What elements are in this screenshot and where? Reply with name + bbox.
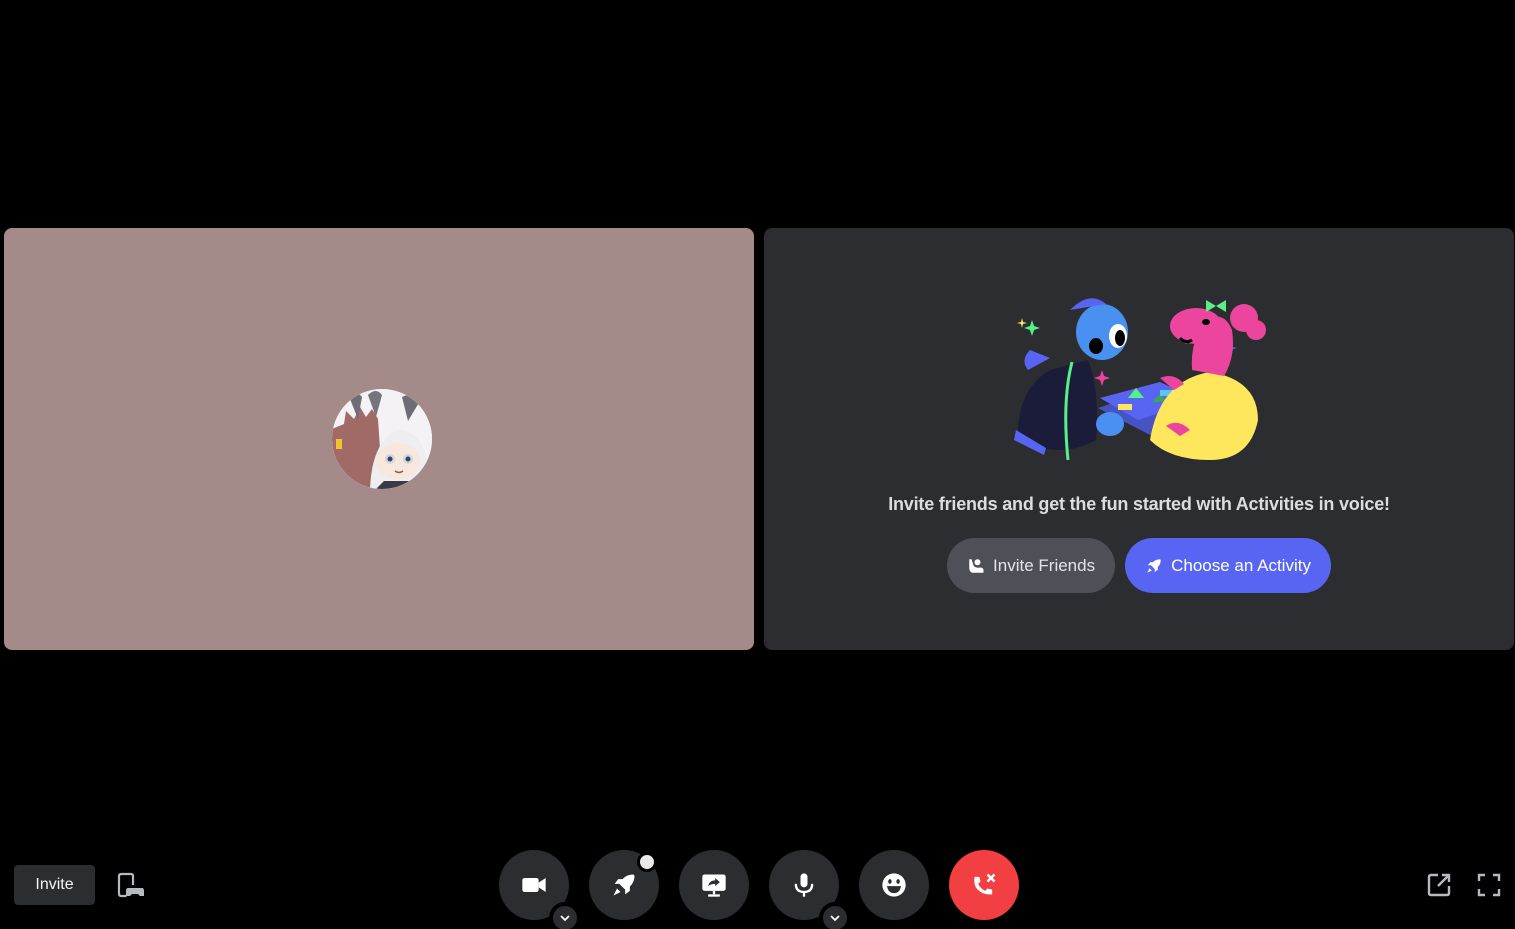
add-friend-icon — [969, 558, 984, 573]
voice-call-stage: Invite friends and get the fun started w… — [0, 0, 1515, 929]
avatar-image — [332, 389, 432, 489]
notification-badge — [637, 852, 657, 872]
hang-up-icon — [974, 873, 996, 895]
activities-illustration — [1014, 298, 1266, 461]
choose-activity-label: Choose an Activity — [1171, 555, 1311, 575]
rocket-icon — [613, 874, 635, 896]
choose-activity-button[interactable]: Choose an Activity — [1125, 538, 1331, 593]
call-controls — [499, 850, 1019, 929]
chevron-down-icon — [830, 915, 840, 922]
switch-device-icon[interactable] — [116, 872, 144, 900]
start-activity-button[interactable] — [589, 850, 659, 920]
camera-button[interactable] — [499, 850, 581, 929]
microphone-button[interactable] — [769, 850, 851, 929]
user-avatar — [332, 389, 432, 489]
activity-invite-tile: Invite friends and get the fun started w… — [764, 228, 1514, 650]
chevron-down-icon — [560, 915, 570, 922]
invite-button[interactable]: Invite — [14, 865, 95, 905]
pop-out-icon[interactable] — [1426, 872, 1452, 898]
microphone-icon — [794, 873, 814, 897]
video-camera-icon — [522, 878, 546, 892]
smiley-icon — [882, 873, 906, 897]
activity-action-buttons: Invite Friends Choose an Activity — [764, 538, 1514, 593]
disconnect-button[interactable] — [949, 850, 1019, 920]
microphone-options-button[interactable] — [819, 902, 851, 929]
camera-options-button[interactable] — [549, 902, 581, 929]
invite-friends-label: Invite Friends — [993, 555, 1096, 575]
rocket-icon — [1147, 558, 1161, 573]
share-screen-button[interactable] — [679, 850, 749, 920]
user-video-tile[interactable] — [4, 228, 754, 650]
screen-share-icon — [702, 874, 726, 897]
soundboard-button[interactable] — [859, 850, 929, 920]
invite-friends-button[interactable]: Invite Friends — [947, 538, 1116, 593]
fullscreen-icon[interactable] — [1476, 872, 1502, 898]
activities-promo-text: Invite friends and get the fun started w… — [888, 494, 1390, 514]
